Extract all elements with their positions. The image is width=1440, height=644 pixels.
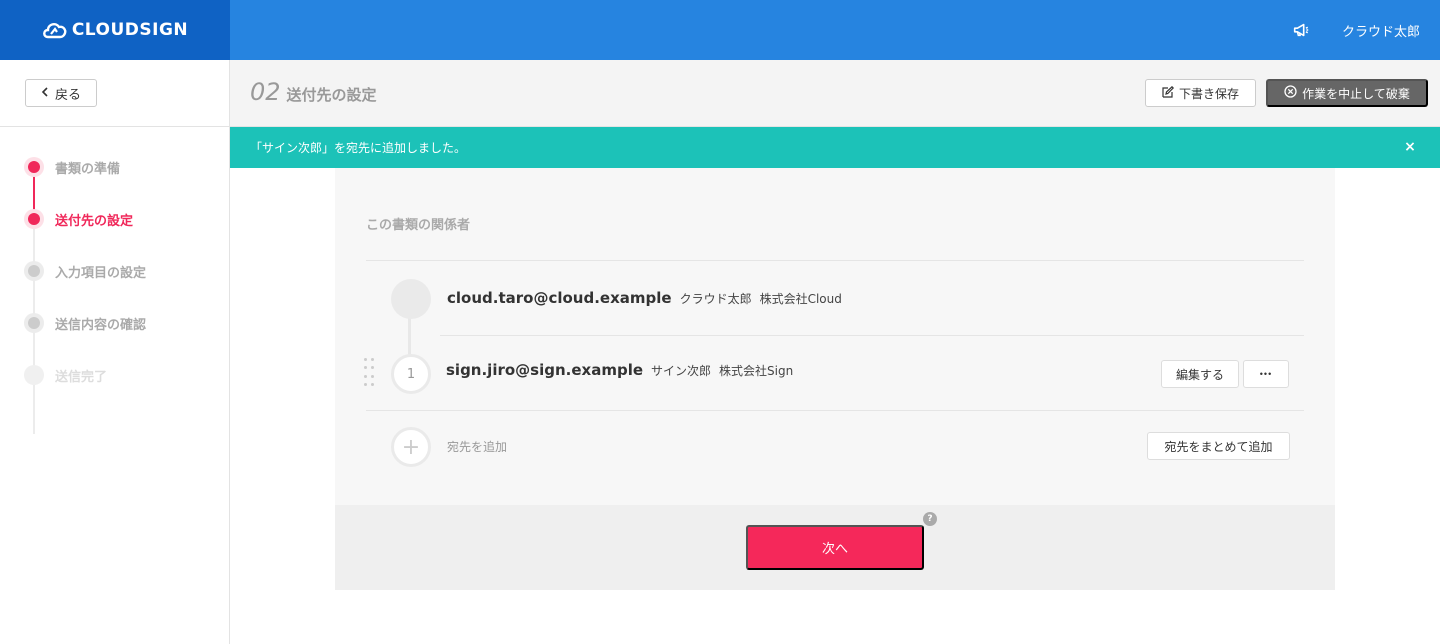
step-label: 書類の準備 — [55, 161, 121, 177]
sender-avatar — [391, 279, 431, 319]
step-number: 02 — [250, 78, 281, 106]
success-toast: 「サイン次郎」を宛先に追加しました。 × — [230, 127, 1440, 168]
divider — [366, 410, 1304, 411]
close-circle-icon — [1284, 85, 1297, 101]
app-header: CLOUDSIGN クラウド太郎 — [0, 0, 1440, 60]
add-recipient-link[interactable]: 宛先を追加 — [447, 438, 507, 455]
step-label: 送付先の設定 — [55, 213, 134, 229]
logo-area[interactable]: CLOUDSIGN — [0, 0, 230, 60]
megaphone-icon[interactable] — [1292, 20, 1312, 40]
back-button-label: 戻る — [54, 87, 81, 103]
brand-name: CLOUDSIGN — [71, 20, 189, 40]
step-dot — [24, 209, 44, 229]
step-input-fields: 入力項目の設定 — [24, 261, 146, 281]
recipient-email: sign.jiro@sign.example — [446, 361, 644, 379]
sidebar: 戻る 書類の準備 送付先の設定 入力項目の設定 送信内容の確認 送信完了 — [0, 60, 230, 644]
discard-label: 作業を中止して破棄 — [1302, 86, 1410, 101]
discard-button[interactable]: 作業を中止して破棄 — [1266, 79, 1428, 107]
page-toolbar: 02 送付先の設定 下書き保存 作業を中止して破棄 — [230, 60, 1440, 127]
recipient-name: サイン次郎 — [651, 364, 712, 378]
brand-logo: CLOUDSIGN — [42, 20, 188, 40]
back-row: 戻る — [0, 60, 229, 127]
edit-recipient-button[interactable]: 編集する — [1161, 360, 1239, 388]
step-dot — [24, 261, 44, 281]
step-label: 送信完了 — [55, 369, 108, 385]
back-button[interactable]: 戻る — [25, 79, 97, 107]
step-label: 入力項目の設定 — [55, 265, 147, 281]
step-label: 送信内容の確認 — [55, 317, 147, 333]
edit-icon — [1162, 85, 1175, 101]
step-dot — [24, 157, 44, 177]
recipient-order-badge: 1 — [391, 354, 431, 394]
sender-email: cloud.taro@cloud.example — [447, 289, 672, 307]
divider — [366, 260, 1304, 261]
toast-message: 「サイン次郎」を宛先に追加しました。 — [250, 141, 467, 155]
help-icon[interactable]: ? — [923, 512, 937, 526]
step-confirm: 送信内容の確認 — [24, 313, 146, 333]
page-title-text: 送付先の設定 — [286, 86, 377, 104]
user-menu[interactable]: クラウド太郎 — [1342, 21, 1420, 40]
next-button[interactable]: 次へ — [746, 525, 924, 570]
step-document-prep: 書類の準備 — [24, 157, 120, 177]
save-draft-label: 下書き保存 — [1178, 86, 1239, 101]
recipient-row: sign.jiro@sign.example サイン次郎 株式会社Sign — [446, 361, 793, 379]
step-dot — [24, 365, 44, 385]
add-recipient-plus-icon[interactable]: + — [391, 427, 431, 467]
chevron-left-icon — [41, 86, 49, 101]
close-icon[interactable]: × — [1402, 139, 1418, 155]
step-recipient-settings: 送付先の設定 — [24, 209, 133, 229]
cloud-logo-icon — [42, 22, 67, 39]
more-options-button[interactable]: ••• — [1243, 360, 1289, 388]
step-complete: 送信完了 — [24, 365, 107, 385]
save-draft-button[interactable]: 下書き保存 — [1145, 79, 1256, 107]
step-dot — [24, 313, 44, 333]
bulk-add-recipient-button[interactable]: 宛先をまとめて追加 — [1147, 432, 1290, 460]
sender-company: 株式会社Cloud — [759, 292, 842, 306]
divider — [440, 335, 1304, 336]
recipients-card: この書類の関係者 cloud.taro@cloud.example クラウド太郎… — [335, 168, 1335, 590]
sender-name: クラウド太郎 — [679, 292, 752, 306]
header-right: クラウド太郎 — [1292, 0, 1420, 60]
section-title: この書類の関係者 — [366, 218, 471, 233]
drag-handle-icon[interactable] — [364, 358, 376, 388]
page-title: 02 送付先の設定 — [250, 78, 377, 106]
sender-row: cloud.taro@cloud.example クラウド太郎 株式会社Clou… — [447, 289, 842, 307]
recipient-company: 株式会社Sign — [719, 364, 794, 378]
